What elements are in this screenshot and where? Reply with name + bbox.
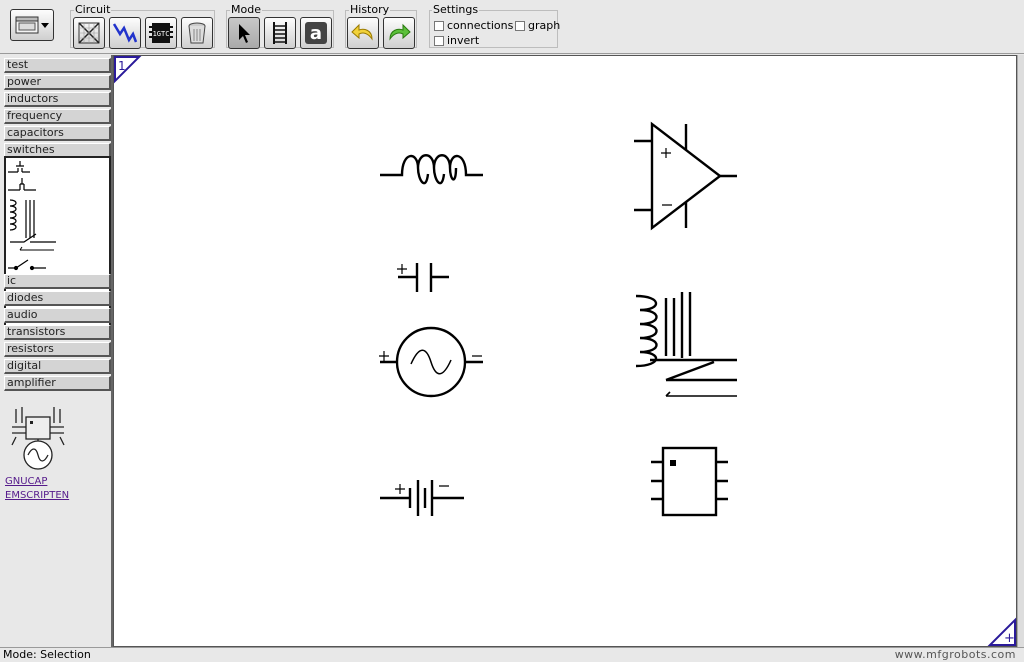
component-sidebar: test power inductors frequency capacitor…	[0, 55, 113, 647]
text-a-icon: a	[305, 22, 327, 44]
cursor-arrow-icon	[239, 24, 250, 43]
category-power[interactable]: power	[4, 75, 111, 90]
gnucap-link[interactable]: GNUCAP	[5, 476, 47, 487]
category-ic[interactable]: ic	[4, 274, 111, 289]
battery-symbol[interactable]	[380, 480, 464, 516]
text-mode-button[interactable]: a	[300, 17, 332, 49]
category-audio[interactable]: audio	[4, 308, 111, 323]
schematic-drawing: 1 +	[114, 56, 1016, 646]
chip-icon: 1GTC	[149, 23, 173, 43]
graph-checkbox[interactable]	[515, 20, 525, 31]
category-frequency[interactable]: frequency	[4, 109, 111, 124]
redo-arrow-icon	[389, 23, 411, 41]
ic-chip-symbol[interactable]	[651, 446, 728, 517]
relay-contact-icon	[10, 233, 56, 243]
relay-coil-icon	[9, 199, 35, 238]
connections-checkbox[interactable]	[434, 20, 444, 31]
category-test[interactable]: test	[4, 58, 111, 73]
wire-mode-button[interactable]	[264, 17, 296, 49]
mode-status-text: Mode: Selection	[3, 648, 91, 661]
opamp-symbol[interactable]	[634, 121, 737, 231]
page-tab[interactable]: 1	[114, 56, 142, 84]
inductor-symbol[interactable]	[380, 154, 483, 185]
pushbutton-switch-icon	[8, 161, 30, 173]
category-transistors[interactable]: transistors	[4, 325, 111, 340]
vertical-scrollbar[interactable]	[1017, 55, 1024, 647]
gnucap-logo	[11, 407, 65, 470]
ic-pin1-marker	[670, 460, 676, 466]
toggle-switch-icon	[8, 259, 46, 271]
graph-label: graph	[528, 19, 561, 32]
simulate-button[interactable]	[109, 17, 141, 49]
status-bar: Mode: Selection www.mfgrobots.com	[0, 647, 1024, 662]
redo-button[interactable]	[383, 17, 415, 49]
toolbar: Circuit 1GTC Mode a History Settings con…	[0, 0, 1024, 54]
category-resistors[interactable]: resistors	[4, 342, 111, 357]
waveform-icon	[112, 23, 138, 43]
trash-button[interactable]	[181, 17, 213, 49]
undo-arrow-icon	[351, 23, 373, 41]
svg-text:a: a	[310, 23, 322, 44]
grid-x-icon	[78, 22, 100, 44]
transformer-symbol[interactable]	[635, 292, 737, 397]
schematic-canvas[interactable]: 1 +	[113, 55, 1017, 647]
emscripten-link[interactable]: EMSCRIPTEN	[5, 490, 69, 501]
select-mode-button[interactable]	[228, 17, 260, 49]
settings-group-title: Settings	[432, 3, 480, 17]
graph-setting[interactable]: graph	[515, 19, 560, 32]
category-amplifier[interactable]: amplifier	[4, 376, 111, 391]
capacitor-symbol[interactable]	[397, 263, 449, 292]
mode-group-title: Mode	[230, 3, 262, 17]
page-number-label: 1	[118, 59, 126, 73]
folder-dropdown-icon	[15, 16, 49, 34]
history-group-title: History	[349, 3, 391, 17]
ic-chip-button[interactable]: 1GTC	[145, 17, 177, 49]
ac-source-symbol[interactable]	[379, 326, 483, 398]
trash-icon	[188, 22, 206, 44]
invert-label: invert	[447, 34, 480, 47]
category-inductors[interactable]: inductors	[4, 92, 111, 107]
undo-button[interactable]	[347, 17, 379, 49]
zoom-tab[interactable]: +	[987, 617, 1016, 646]
invert-checkbox[interactable]	[434, 35, 444, 46]
svg-text:1GTC: 1GTC	[153, 30, 170, 38]
watermark-text: www.mfgrobots.com	[894, 648, 1016, 661]
ladder-wire-icon	[273, 22, 287, 44]
new-circuit-button[interactable]	[73, 17, 105, 49]
spdt-switch-icon	[19, 246, 54, 251]
invert-setting[interactable]: invert	[434, 34, 479, 47]
zoom-plus-label: +	[1004, 631, 1015, 646]
app-window: Circuit 1GTC Mode a History Settings con…	[0, 0, 1024, 662]
circuit-group-title: Circuit	[74, 3, 112, 17]
connections-label: connections	[447, 19, 514, 32]
connections-setting[interactable]: connections	[434, 19, 513, 32]
category-diodes[interactable]: diodes	[4, 291, 111, 306]
category-digital[interactable]: digital	[4, 359, 111, 374]
category-capacitors[interactable]: capacitors	[4, 126, 111, 141]
file-menu-button[interactable]	[10, 9, 54, 41]
pushbutton-nc-switch-icon	[8, 178, 36, 191]
